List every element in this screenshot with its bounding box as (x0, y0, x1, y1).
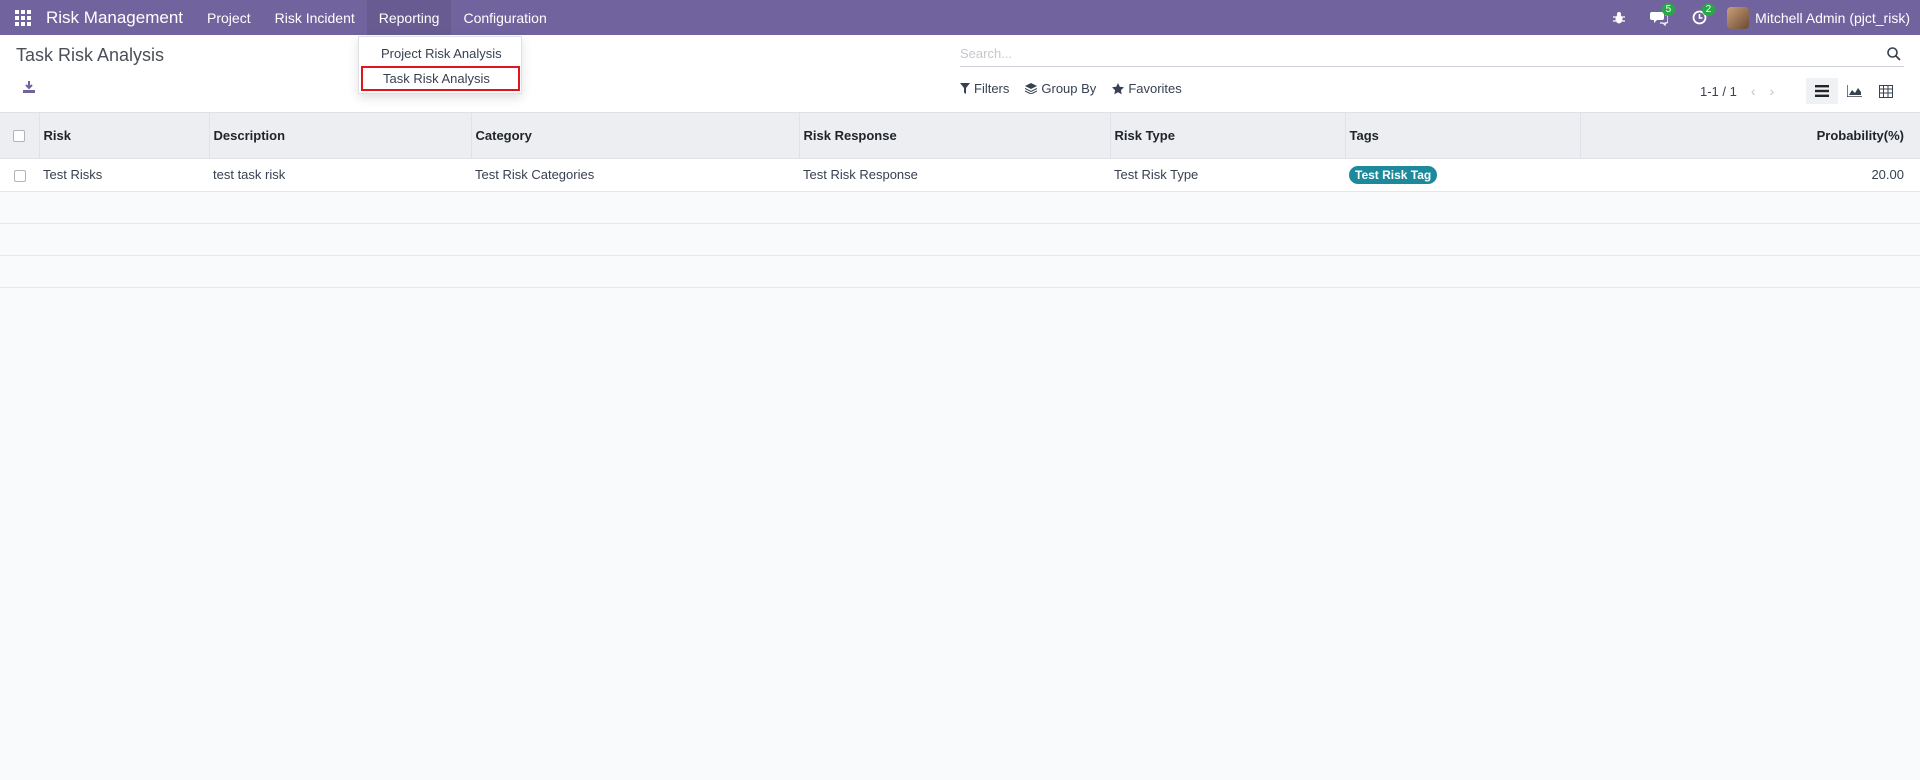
menu-risk-incident[interactable]: Risk Incident (263, 0, 367, 35)
risk-table: Risk Description Category Risk Response … (0, 113, 1920, 288)
group-by-label: Group By (1041, 81, 1097, 96)
search-options: Filters Group By Favorites (960, 81, 1182, 96)
cell-description[interactable]: test task risk (209, 158, 471, 192)
table-row[interactable]: Test Risks test task risk Test Risk Cate… (0, 158, 1920, 192)
cell-tags[interactable]: Test Risk Tag (1345, 158, 1580, 192)
pager-value[interactable]: 1-1 / 1 (1700, 84, 1737, 99)
list-view: Risk Description Category Risk Response … (0, 113, 1920, 288)
filter-icon (960, 83, 970, 94)
pager-previous-icon[interactable]: ‹ (1751, 83, 1756, 99)
search-bar (960, 41, 1904, 67)
filters-button[interactable]: Filters (960, 81, 1009, 96)
pager-next-icon[interactable]: › (1770, 83, 1775, 99)
tag-badge: Test Risk Tag (1349, 165, 1438, 184)
download-icon[interactable] (22, 80, 42, 98)
dropdown-item-task-risk-analysis[interactable]: Task Risk Analysis (361, 66, 520, 91)
debug-bug-icon[interactable] (1599, 0, 1639, 35)
menu-reporting[interactable]: Reporting (366, 0, 452, 35)
search-icon[interactable] (1884, 44, 1904, 64)
app-brand[interactable]: Risk Management (46, 8, 195, 28)
table-header-row: Risk Description Category Risk Response … (0, 113, 1920, 159)
user-menu[interactable]: Mitchell Admin (pjct_risk) (1719, 6, 1910, 29)
menu-project[interactable]: Project (195, 0, 263, 35)
menu-configuration[interactable]: Configuration (451, 0, 558, 35)
activities-badge: 2 (1701, 3, 1716, 16)
empty-row (0, 223, 1920, 256)
column-header-risk[interactable]: Risk (39, 113, 210, 159)
column-header-risk-type[interactable]: Risk Type (1110, 113, 1346, 159)
column-header-probability[interactable]: Probability(%) (1580, 113, 1920, 159)
column-header-tags[interactable]: Tags (1345, 113, 1581, 159)
top-navbar: Risk Management Project Risk Incident Re… (0, 0, 1920, 35)
empty-row (0, 191, 1920, 224)
star-icon (1112, 82, 1125, 94)
cell-risk-response[interactable]: Test Risk Response (799, 158, 1110, 192)
row-checkbox[interactable] (13, 169, 26, 182)
apps-menu-icon[interactable] (0, 0, 46, 35)
cell-probability[interactable]: 20.00 (1580, 158, 1920, 192)
search-input[interactable] (960, 46, 1884, 61)
row-select-cell (0, 158, 39, 192)
column-header-description[interactable]: Description (209, 113, 472, 159)
cell-risk-type[interactable]: Test Risk Type (1110, 158, 1345, 192)
group-by-button[interactable]: Group By (1025, 81, 1096, 96)
filters-label: Filters (974, 81, 1010, 96)
control-panel: Task Risk Analysis Filters Group By Favo… (0, 35, 1920, 113)
favorites-button[interactable]: Favorites (1112, 81, 1182, 96)
dropdown-item-project-risk-analysis[interactable]: Project Risk Analysis (359, 41, 521, 65)
reporting-dropdown: Project Risk Analysis Task Risk Analysis (358, 36, 522, 94)
empty-row (0, 255, 1920, 288)
layers-icon (1025, 83, 1038, 94)
view-switcher (1806, 78, 1902, 104)
cell-category[interactable]: Test Risk Categories (471, 158, 799, 192)
pivot-view-icon[interactable] (1870, 78, 1902, 104)
messages-badge: 5 (1661, 3, 1676, 16)
activities-clock-icon[interactable]: 2 (1679, 0, 1719, 35)
graph-view-icon[interactable] (1838, 78, 1870, 104)
cell-risk[interactable]: Test Risks (39, 158, 209, 192)
page-title: Task Risk Analysis (16, 45, 165, 65)
favorites-label: Favorites (1128, 81, 1182, 96)
pager: 1-1 / 1 ‹ › (1700, 83, 1774, 99)
column-header-risk-response[interactable]: Risk Response (799, 113, 1111, 159)
user-name: Mitchell Admin (pjct_risk) (1755, 9, 1910, 26)
select-all-checkbox[interactable] (13, 130, 26, 143)
messages-icon[interactable]: 5 (1639, 0, 1679, 35)
list-view-icon[interactable] (1806, 78, 1838, 104)
avatar (1727, 6, 1750, 29)
select-all-cell (0, 113, 40, 159)
column-header-category[interactable]: Category (471, 113, 800, 159)
